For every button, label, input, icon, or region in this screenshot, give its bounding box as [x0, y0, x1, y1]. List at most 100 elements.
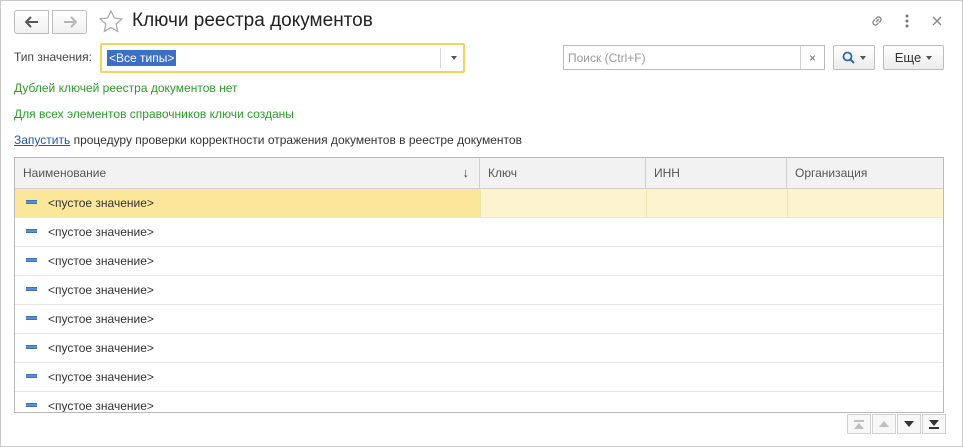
cell-inn[interactable] — [646, 363, 787, 391]
table-row[interactable]: <пустое значение> — [15, 218, 943, 247]
table-row[interactable]: <пустое значение> — [15, 392, 943, 413]
item-marker-icon — [26, 229, 37, 233]
scroll-up-button[interactable] — [872, 414, 896, 434]
search-button[interactable] — [833, 45, 875, 70]
sort-arrow-icon[interactable]: ↓ — [463, 158, 470, 188]
cell-name[interactable]: <пустое значение> — [15, 334, 480, 362]
cell-key[interactable] — [480, 305, 646, 333]
cell-organization[interactable] — [787, 305, 943, 333]
cell-key[interactable] — [480, 363, 646, 391]
item-marker-icon — [26, 200, 37, 204]
cell-name[interactable]: <пустое значение> — [15, 276, 480, 304]
scroll-first-button[interactable] — [847, 414, 871, 434]
table-row[interactable]: <пустое значение> — [15, 334, 943, 363]
cell-name-text: <пустое значение> — [48, 370, 154, 384]
cell-key[interactable] — [480, 247, 646, 275]
page-title: Ключи реестра документов — [132, 10, 373, 31]
cell-key[interactable] — [480, 189, 646, 217]
column-header-organization[interactable]: Организация — [787, 158, 943, 189]
type-select-value[interactable]: <Все типы> — [107, 50, 177, 66]
chevron-down-icon — [860, 55, 866, 60]
run-check-text: процедуру проверки корректности отражени… — [70, 133, 522, 147]
more-button[interactable]: Еще — [883, 45, 944, 70]
cell-inn[interactable] — [646, 276, 787, 304]
cell-name[interactable]: <пустое значение> — [15, 392, 480, 413]
cell-organization[interactable] — [787, 189, 943, 217]
cell-name[interactable]: <пустое значение> — [15, 305, 480, 333]
cell-organization[interactable] — [787, 392, 943, 412]
column-header-label: Наименование — [23, 166, 107, 180]
item-marker-icon — [26, 374, 37, 378]
cell-key[interactable] — [480, 218, 646, 246]
cell-name-text: <пустое значение> — [48, 283, 154, 297]
cell-name-text: <пустое значение> — [48, 196, 154, 210]
item-marker-icon — [26, 287, 37, 291]
forward-button[interactable] — [52, 10, 87, 34]
cell-name-text: <пустое значение> — [48, 254, 154, 268]
item-marker-icon — [26, 345, 37, 349]
column-header-name[interactable]: Наименование ↓ — [15, 158, 480, 189]
chevron-down-icon — [926, 55, 933, 60]
back-button[interactable] — [14, 10, 49, 34]
arrow-up-icon — [879, 421, 889, 427]
cell-organization[interactable] — [787, 276, 943, 304]
cell-inn[interactable] — [646, 189, 787, 217]
search-icon — [842, 51, 855, 64]
cell-name[interactable]: <пустое значение> — [15, 363, 480, 391]
cell-name-text: <пустое значение> — [48, 399, 154, 413]
keys-table[interactable]: Наименование ↓ Ключ ИНН Организация <пус… — [14, 157, 944, 413]
table-row[interactable]: <пустое значение> — [15, 305, 943, 334]
table-header: Наименование ↓ Ключ ИНН Организация — [15, 158, 943, 189]
scroll-last-button[interactable] — [922, 414, 946, 434]
scroll-down-button[interactable] — [897, 414, 921, 434]
search-input[interactable]: Поиск (Ctrl+F) × — [563, 45, 825, 70]
arrow-up-first-icon — [854, 422, 864, 429]
cell-organization[interactable] — [787, 334, 943, 362]
cell-key[interactable] — [480, 392, 646, 412]
column-header-key[interactable]: Ключ — [480, 158, 646, 189]
cell-inn[interactable] — [646, 392, 787, 412]
table-row[interactable]: <пустое значение> — [15, 276, 943, 305]
no-duplicates-message: Дублей ключей реестра документов нет — [14, 81, 238, 95]
run-check-line: Запустить процедуру проверки корректност… — [14, 133, 522, 147]
table-row[interactable]: <пустое значение> — [15, 247, 943, 276]
more-vertical-icon[interactable] — [896, 11, 918, 31]
search-placeholder: Поиск (Ctrl+F) — [568, 51, 646, 65]
cell-key[interactable] — [480, 334, 646, 362]
select-divider — [440, 48, 441, 68]
cell-inn[interactable] — [646, 334, 787, 362]
item-marker-icon — [26, 403, 37, 407]
cell-organization[interactable] — [787, 363, 943, 391]
keys-created-message: Для всех элементов справочников ключи со… — [14, 107, 294, 121]
more-button-label: Еще — [894, 50, 922, 65]
table-row[interactable]: <пустое значение> — [15, 363, 943, 392]
column-header-inn[interactable]: ИНН — [646, 158, 787, 189]
type-label: Тип значения: — [14, 50, 92, 64]
cell-inn[interactable] — [646, 305, 787, 333]
cell-inn[interactable] — [646, 218, 787, 246]
type-select[interactable]: <Все типы> — [100, 43, 465, 73]
item-marker-icon — [26, 316, 37, 320]
arrow-right-icon — [63, 16, 77, 28]
arrow-down-icon — [904, 421, 914, 427]
star-icon[interactable] — [98, 9, 124, 35]
cell-name-text: <пустое значение> — [48, 341, 154, 355]
cell-name[interactable]: <пустое значение> — [15, 218, 480, 246]
cell-inn[interactable] — [646, 247, 787, 275]
cell-name[interactable]: <пустое значение> — [15, 247, 480, 275]
link-icon[interactable] — [866, 11, 888, 31]
form-window: Ключи реестра документов Тип значения: <… — [0, 0, 963, 447]
table-row[interactable]: <пустое значение> — [15, 189, 943, 218]
item-marker-icon — [26, 258, 37, 262]
cell-organization[interactable] — [787, 218, 943, 246]
arrow-down-last-icon — [929, 419, 939, 426]
clear-search-button[interactable]: × — [800, 46, 824, 69]
cell-name[interactable]: <пустое значение> — [15, 189, 480, 217]
cell-key[interactable] — [480, 276, 646, 304]
cell-name-text: <пустое значение> — [48, 312, 154, 326]
cell-name-text: <пустое значение> — [48, 225, 154, 239]
close-icon[interactable] — [926, 11, 948, 31]
cell-organization[interactable] — [787, 247, 943, 275]
run-check-link[interactable]: Запустить — [14, 133, 70, 147]
chevron-down-icon[interactable] — [451, 56, 457, 60]
